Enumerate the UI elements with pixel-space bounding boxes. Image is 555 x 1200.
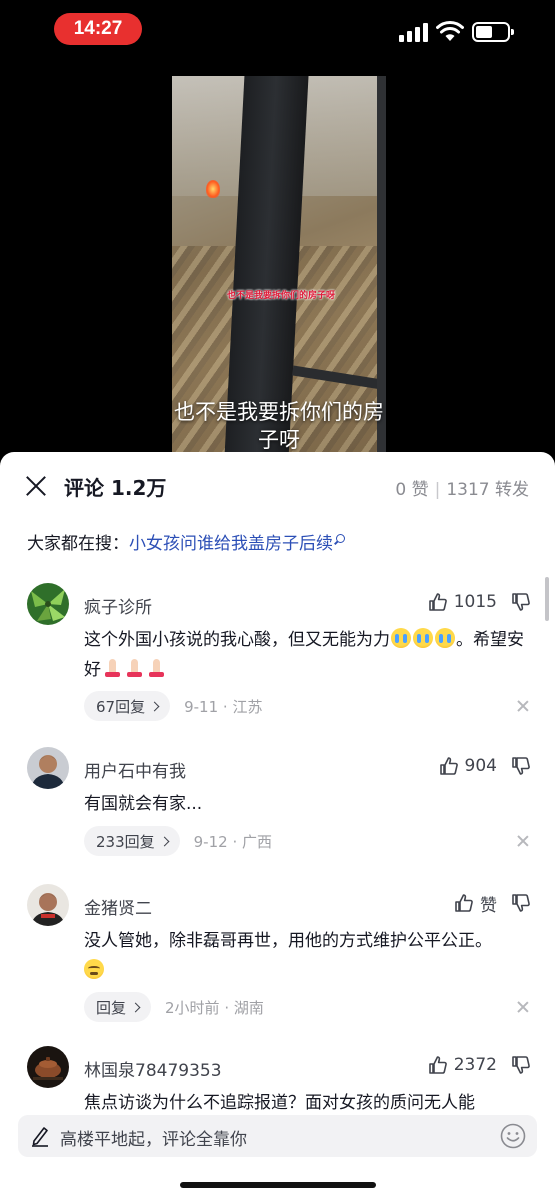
comments-title: 评论 1.2万: [64, 476, 167, 500]
chevron-right-icon: [149, 701, 160, 711]
thumbs-down-icon[interactable]: [511, 893, 531, 913]
reply-button[interactable]: 回复: [84, 992, 152, 1022]
emoji-icon[interactable]: [499, 1122, 527, 1150]
wifi-icon: [436, 20, 464, 41]
pen-icon: [32, 1127, 48, 1147]
comment-date-location: 9-11 · 江苏: [184, 697, 263, 716]
view-replies-button[interactable]: 67回复: [84, 691, 171, 721]
crying-emoji-icon: [391, 628, 411, 648]
cellular-signal-icon: [399, 22, 429, 42]
view-replies-button[interactable]: 233回复: [84, 826, 180, 856]
comment-date-location: 9-12 · 广西: [193, 832, 272, 851]
thumbs-down-icon[interactable]: [511, 592, 531, 612]
battery-icon: [472, 22, 514, 42]
comments-sheet: 评论 1.2万 0 赞 | 1317 转发 大家都在搜：小女孩问谁给我盖房子后续 疯…: [0, 452, 555, 1200]
comment-text: 没人管她，除非磊哥再世，用他的方式维护公平公正。: [84, 926, 534, 986]
comment-date-location: 2小时前 · 湖南: [165, 998, 264, 1017]
chevron-right-icon: [130, 1002, 141, 1012]
praying-hands-icon: [124, 658, 144, 678]
comment-text: 这个外国小孩说的我心酸，但又无能为力 。希望安好: [84, 628, 524, 680]
avatar[interactable]: [27, 884, 69, 926]
avatar[interactable]: [27, 1046, 69, 1088]
dismiss-icon[interactable]: [517, 1001, 529, 1013]
comment-username[interactable]: 疯子诊所: [84, 593, 152, 618]
praying-hands-icon: [102, 658, 122, 678]
crying-emoji-icon: [435, 628, 455, 648]
comment-like[interactable]: 赞: [454, 890, 531, 916]
thumbs-down-icon[interactable]: [511, 1055, 531, 1075]
comment-like[interactable]: 1015: [428, 589, 531, 615]
crying-emoji-icon: [413, 628, 433, 648]
post-stats: 0 赞 | 1317 转发: [395, 480, 529, 500]
chevron-right-icon: [159, 836, 170, 846]
close-icon[interactable]: [24, 474, 48, 498]
thumbs-up-icon[interactable]: [439, 756, 459, 776]
comment-username[interactable]: 林国泉78479353: [84, 1056, 222, 1081]
search-icon[interactable]: [336, 534, 345, 543]
like-count: 赞: [480, 895, 497, 916]
status-time: 14:27: [54, 13, 142, 45]
dismiss-icon[interactable]: [517, 700, 529, 712]
comment-like[interactable]: 2372: [428, 1052, 531, 1078]
thumbs-down-icon[interactable]: [511, 756, 531, 776]
comment-text: 有国就会有家...: [84, 794, 203, 814]
comment-like[interactable]: 904: [439, 753, 531, 779]
trending-search-prefix: 大家都在搜：: [27, 534, 129, 554]
comment-input-placeholder: 高楼平地起，评论全靠你: [60, 1130, 247, 1150]
dismiss-icon[interactable]: [517, 835, 529, 847]
like-count: 1015: [453, 592, 497, 612]
comment-username[interactable]: 金猪贤二: [84, 894, 152, 919]
avatar[interactable]: [27, 747, 69, 789]
post-likes[interactable]: 0 赞: [395, 480, 428, 500]
trending-search-link[interactable]: 小女孩问谁给我盖房子后续: [129, 534, 333, 554]
squinting-emoji-icon: [84, 959, 104, 979]
comment-meta: 回复 2小时前 · 湖南: [84, 991, 264, 1023]
home-indicator[interactable]: [180, 1182, 376, 1188]
like-count: 904: [464, 756, 497, 776]
comments-header: 评论 1.2万 0 赞 | 1317 转发: [0, 452, 555, 520]
trending-search: 大家都在搜：小女孩问谁给我盖房子后续: [27, 529, 345, 554]
video-caption: 也不是我要拆你们的房子呀: [174, 400, 384, 452]
comment-text: 焦点访谈为什么不追踪报道？面对女孩的质问无人能: [84, 1093, 475, 1113]
thumbs-up-icon[interactable]: [428, 592, 448, 612]
comment-input[interactable]: 高楼平地起，评论全靠你: [18, 1115, 537, 1157]
video-inline-subtitle: 也不是我要拆你们的房子呀: [226, 291, 335, 301]
comment-meta: 233回复 9-12 · 广西: [84, 825, 272, 857]
scrollbar[interactable]: [545, 577, 549, 621]
praying-hands-icon: [146, 658, 166, 678]
like-count: 2372: [453, 1055, 497, 1075]
comment-meta: 67回复 9-11 · 江苏: [84, 690, 262, 722]
comment-username[interactable]: 用户石中有我: [84, 757, 186, 782]
thumbs-up-icon[interactable]: [428, 1055, 448, 1075]
status-bar: 14:27: [0, 0, 555, 60]
video-scene-fire: [206, 180, 220, 198]
post-shares[interactable]: 1317 转发: [446, 480, 529, 500]
thumbs-up-icon[interactable]: [454, 893, 474, 913]
avatar[interactable]: [27, 583, 69, 625]
